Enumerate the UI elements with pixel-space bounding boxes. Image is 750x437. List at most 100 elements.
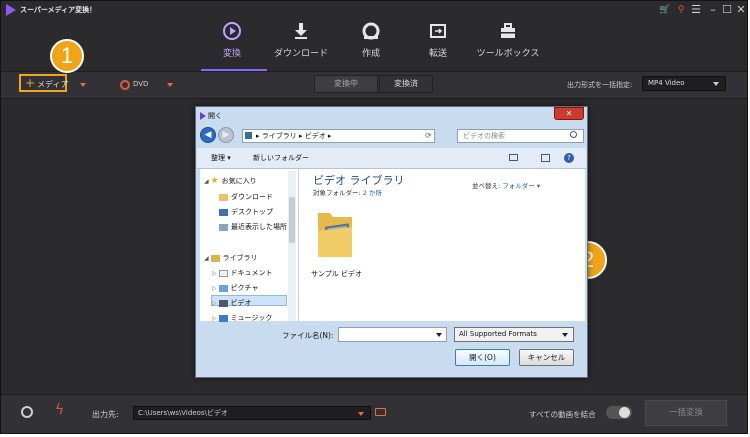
documents-icon xyxy=(218,269,228,277)
sample-video-label: サンプル ビデオ xyxy=(311,270,363,278)
toolbox-icon xyxy=(501,23,515,38)
star-icon: ★ xyxy=(210,176,219,186)
open-folder-icon[interactable] xyxy=(375,408,386,416)
library-icon xyxy=(245,132,252,139)
cart-icon[interactable]: 🛒 xyxy=(658,3,672,17)
tree-item-pictures[interactable]: ▷ ピクチャ xyxy=(212,283,258,293)
open-button[interactable]: 開く(O) xyxy=(455,349,510,366)
tab-transfer[interactable]: 転送 xyxy=(398,19,478,71)
organize-button[interactable]: 整理 ▾ xyxy=(211,153,231,163)
library-locations-link[interactable]: 2 か所 xyxy=(363,189,382,197)
view-options-icon[interactable] xyxy=(509,154,518,161)
recent-places-icon xyxy=(219,223,228,231)
tab-toolbox[interactable]: ツールボックス xyxy=(468,19,548,71)
new-folder-button[interactable]: 新しいフォルダー xyxy=(253,153,309,163)
tree-item-favorites[interactable]: ◢ ★ お気に入り xyxy=(204,176,257,186)
downloads-folder-icon xyxy=(219,193,228,201)
filename-label: ファイル名(N): xyxy=(282,331,334,340)
close-icon[interactable]: ✕ xyxy=(734,3,747,17)
tree-scrollbar[interactable] xyxy=(288,171,296,321)
chevron-down-icon xyxy=(713,82,719,86)
library-title: ビデオ ライブラリ xyxy=(313,174,405,187)
tree-item-videos[interactable]: ▷ ビデオ xyxy=(212,298,252,308)
tab-convert[interactable]: 変換 xyxy=(192,19,272,71)
title-bar xyxy=(1,1,747,21)
videos-icon xyxy=(218,299,228,307)
tab-converting[interactable]: 変換中 xyxy=(314,75,378,93)
help-icon[interactable]: ? xyxy=(564,153,574,163)
tree-item-downloads[interactable]: ダウンロード xyxy=(219,192,273,202)
app-window: スーパーメディア変換！ 🛒 ⚲ ☰ – ☐ ✕ 変換 ダウンロード 作成 転送 … xyxy=(0,0,748,434)
convert-icon xyxy=(223,22,241,40)
tree-item-recent[interactable]: 最近表示した場所 xyxy=(219,222,287,232)
pictures-icon xyxy=(218,284,228,292)
output-format-select[interactable]: MP4 Video xyxy=(642,76,726,91)
minimize-icon[interactable]: – xyxy=(706,3,720,17)
tab-convert-label: 変換 xyxy=(222,49,241,59)
desktop-icon xyxy=(219,208,228,216)
address-bar[interactable]: ▸ ライブラリ ▸ ビデオ ▸ xyxy=(242,129,435,143)
tree-label-recent: 最近表示した場所 xyxy=(231,223,287,231)
menu-icon[interactable]: ☰ xyxy=(689,3,703,17)
output-format-value: MP4 Video xyxy=(648,79,685,87)
tree-label-desktop: デスクトップ xyxy=(231,208,273,216)
add-media-button[interactable]: + メディア xyxy=(19,74,69,92)
app-logo-icon xyxy=(6,4,16,16)
open-file-dialog: 開く ✕ ◀ ▶ ▸ ライブラリ ▸ ビデオ ▸ ⟳ ビデオの検索 整理 ▾ 新… xyxy=(195,106,588,378)
tree-scrollbar-thumb[interactable] xyxy=(289,197,295,243)
back-arrow-icon[interactable]: ◀ xyxy=(200,127,216,143)
tab-download-label: ダウンロード xyxy=(273,49,328,59)
dvd-dropdown-icon[interactable] xyxy=(167,83,173,87)
file-type-value: All Supported Formats xyxy=(459,330,537,338)
library-subtitle: 対象フォルダー: 2 か所 xyxy=(313,187,382,197)
libraries-icon xyxy=(210,254,220,262)
tab-transfer-label: 転送 xyxy=(428,49,447,59)
output-path-value: C:\Users\ws\Videos\ビデオ xyxy=(138,409,228,417)
tree-label-music: ミュージック xyxy=(230,314,273,322)
chevron-down-icon xyxy=(358,412,364,416)
cancel-button[interactable]: キャンセル xyxy=(519,349,574,366)
library-subtitle-prefix: 対象フォルダー: xyxy=(313,189,363,197)
step-badge-1: 1 xyxy=(50,39,84,73)
refresh-icon[interactable]: ⟳ xyxy=(425,131,432,140)
sort-by: 並べ替え: フォルダー ▾ xyxy=(472,180,540,190)
sample-video-folder-icon[interactable] xyxy=(316,207,354,259)
dialog-close-button[interactable]: ✕ xyxy=(554,107,584,120)
alarm-clock-icon[interactable] xyxy=(21,406,33,418)
filename-input[interactable] xyxy=(338,327,447,342)
transfer-icon xyxy=(430,24,446,38)
search-icon xyxy=(570,131,577,138)
tree-item-documents[interactable]: ▷ ドキュメント xyxy=(212,268,273,278)
dialog-search-input[interactable]: ビデオの検索 xyxy=(457,129,584,143)
forward-arrow-icon[interactable]: ▶ xyxy=(218,127,234,143)
tree-item-libraries[interactable]: ◢ ライブラリ xyxy=(204,253,258,263)
merge-label: すべての動画を結合 xyxy=(529,410,596,419)
sort-by-label: 並べ替え: xyxy=(472,182,503,190)
key-icon[interactable]: ⚲ xyxy=(674,3,688,17)
tree-item-music[interactable]: ▷ ミュージック xyxy=(212,313,272,323)
chevron-down-icon xyxy=(562,333,568,337)
tree-label-favorites: お気に入り xyxy=(221,177,257,185)
disc-icon xyxy=(362,22,380,40)
dvd-button[interactable]: DVD xyxy=(133,80,148,88)
add-media-dropdown-icon[interactable] xyxy=(80,83,86,87)
tree-label-downloads: ダウンロード xyxy=(231,193,273,201)
tab-converted[interactable]: 変換済 xyxy=(379,75,433,93)
preview-pane-icon[interactable] xyxy=(541,154,550,162)
tab-download[interactable]: ダウンロード xyxy=(261,19,341,71)
tree-item-desktop[interactable]: デスクトップ xyxy=(219,207,273,217)
plus-icon: + xyxy=(25,76,36,90)
dialog-app-icon xyxy=(200,112,206,120)
output-path-field[interactable]: C:\Users\ws\Videos\ビデオ xyxy=(133,406,371,420)
sort-by-dropdown[interactable]: フォルダー ▾ xyxy=(502,182,540,190)
convert-all-button[interactable]: 一括変換 xyxy=(645,400,727,426)
output-format-label: 出力形式を一括指定: xyxy=(567,81,633,89)
tree-label-pictures: ピクチャ xyxy=(230,284,259,292)
maximize-icon[interactable]: ☐ xyxy=(720,3,734,17)
dialog-title: 開く xyxy=(208,112,222,120)
download-icon xyxy=(295,23,307,39)
add-media-label: メディア xyxy=(37,80,69,89)
output-label: 出力先: xyxy=(92,410,119,419)
lightning-icon[interactable]: ϟ xyxy=(55,402,64,418)
file-type-select[interactable]: All Supported Formats xyxy=(454,327,574,342)
